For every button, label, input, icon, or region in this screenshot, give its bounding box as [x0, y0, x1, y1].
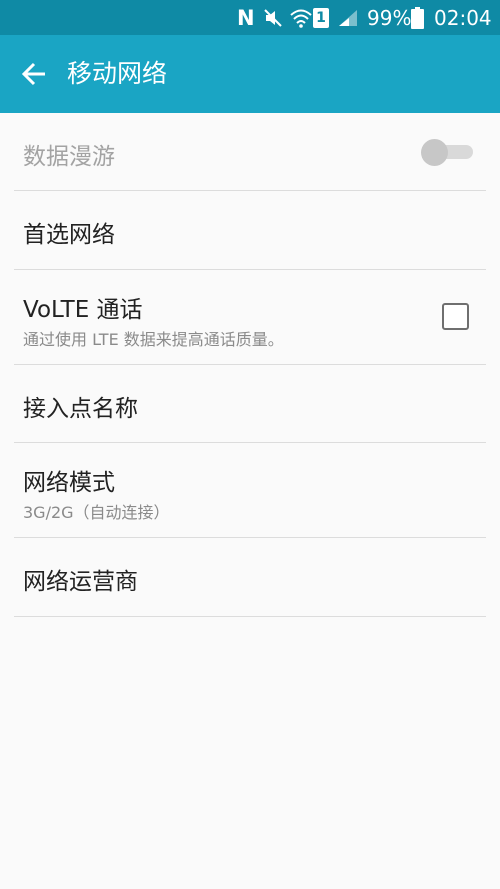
setting-title: 数据漫游	[23, 144, 115, 170]
back-button[interactable]	[14, 54, 54, 94]
clock: 02:04	[434, 5, 492, 30]
setting-title: 首选网络	[23, 222, 115, 248]
mute-icon	[263, 0, 283, 35]
app-bar: 移动网络	[0, 35, 500, 113]
setting-data-roaming[interactable]: 数据漫游	[0, 113, 500, 191]
page-title: 移动网络	[67, 59, 168, 88]
setting-title: 网络模式	[23, 470, 115, 496]
setting-preferred-network[interactable]: 首选网络	[0, 191, 500, 270]
volte-checkbox[interactable]	[442, 303, 469, 330]
setting-volte[interactable]: VoLTE 通话 通过使用 LTE 数据来提高通话质量。	[0, 270, 500, 365]
setting-network-operators[interactable]: 网络运营商	[0, 538, 500, 617]
status-bar: N 1 99% 02:04	[0, 0, 500, 35]
setting-network-mode[interactable]: 网络模式 3G/2G（自动连接）	[0, 443, 500, 538]
setting-apn[interactable]: 接入点名称	[0, 365, 500, 443]
setting-title: VoLTE 通话	[23, 297, 143, 323]
battery-level: 99%	[367, 5, 412, 30]
battery-icon	[411, 0, 424, 35]
wifi-icon	[290, 0, 312, 35]
setting-summary: 3G/2G（自动连接）	[23, 503, 170, 522]
setting-title: 接入点名称	[23, 396, 138, 422]
signal-icon	[338, 0, 358, 35]
data-roaming-toggle[interactable]	[421, 139, 475, 166]
back-arrow-icon	[21, 62, 45, 86]
setting-summary: 通过使用 LTE 数据来提高通话质量。	[23, 330, 284, 349]
sim-icon: 1	[313, 0, 329, 35]
setting-title: 网络运营商	[23, 569, 138, 595]
nfc-icon: N	[237, 5, 255, 30]
divider	[14, 616, 486, 617]
toggle-thumb	[421, 139, 448, 166]
settings-list: 数据漫游 首选网络 VoLTE 通话 通过使用 LTE 数据来提高通话质量。 接…	[0, 113, 500, 617]
